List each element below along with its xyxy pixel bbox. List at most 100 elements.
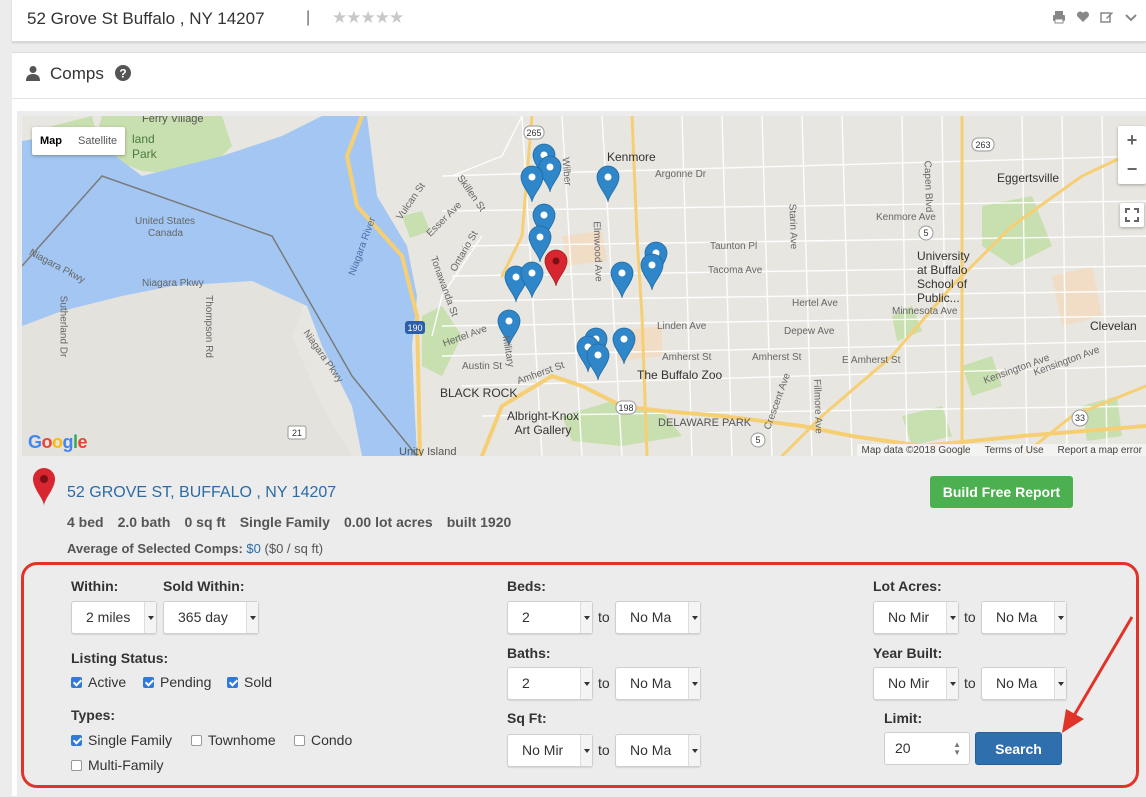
build-free-report-button[interactable]: Build Free Report xyxy=(930,476,1073,508)
beds-to-label: to xyxy=(598,609,610,625)
fact-built: built 1920 xyxy=(446,514,512,530)
checkbox-checked xyxy=(143,676,154,688)
header-actions xyxy=(1052,10,1138,24)
within-label: Within: xyxy=(71,578,119,594)
type-condo-checkbox[interactable]: Condo xyxy=(294,732,352,748)
average-label: Average of Selected Comps: xyxy=(67,541,243,556)
label-hertel-ave: Hertel Ave xyxy=(792,298,838,309)
question-circle-icon[interactable]: ? xyxy=(115,65,131,86)
label-linden-ave: Linden Ave xyxy=(657,321,707,332)
map-type-satellite-button[interactable]: Satellite xyxy=(70,127,125,155)
map-type-control: Map Satellite xyxy=(32,127,126,155)
route-265-label: 265 xyxy=(526,128,541,138)
comps-filters: Within: 2 miles Sold Within: 365 day Lis… xyxy=(21,562,1139,788)
label-buffalo-zoo: The Buffalo Zoo xyxy=(637,368,723,382)
type-single-family-checkbox[interactable]: Single Family xyxy=(71,732,172,748)
stepper-icon: ▲ ▼ xyxy=(953,740,961,757)
checkbox-unchecked xyxy=(191,734,202,746)
google-logo: Google xyxy=(28,432,88,452)
within-select[interactable]: 2 miles xyxy=(71,601,157,634)
chevron-down-icon xyxy=(580,668,592,699)
route-5-label: 5 xyxy=(923,228,928,238)
year-built-label: Year Built: xyxy=(873,645,943,661)
label-taunton-pl: Taunton Pl xyxy=(710,241,758,252)
beds-min-select[interactable]: 2 xyxy=(507,601,593,634)
chevron-down-icon xyxy=(246,602,258,633)
label-starin-ave: Starin Ave xyxy=(786,203,799,250)
label-thompson-rd: Thompson Rd xyxy=(202,295,214,358)
route-263-label: 263 xyxy=(975,140,990,150)
heart-icon[interactable] xyxy=(1076,10,1090,24)
type-multi-family-checkbox[interactable]: Multi-Family xyxy=(71,757,163,773)
terms-of-use-link[interactable]: Terms of Use xyxy=(985,444,1044,456)
baths-min-select[interactable]: 2 xyxy=(507,667,593,700)
fact-type: Single Family xyxy=(239,514,330,530)
label-land: land xyxy=(132,132,155,146)
label-elmwood-ave: Elmwood Ave xyxy=(590,221,604,282)
types-label: Types: xyxy=(71,707,116,723)
baths-to-label: to xyxy=(598,675,610,691)
edit-icon[interactable] xyxy=(1100,10,1114,24)
route-33-label: 33 xyxy=(1075,413,1085,423)
comps-map[interactable]: 190 265 198 5 5 263 33 21 Ferry Village … xyxy=(22,116,1146,456)
chevron-down-icon xyxy=(580,602,592,633)
label-wilber: Wilber xyxy=(559,156,573,187)
route-5b-label: 5 xyxy=(755,435,760,445)
sold-within-select[interactable]: 365 day xyxy=(163,601,259,634)
chevron-down-icon xyxy=(688,668,700,699)
report-map-error-link[interactable]: Report a map error xyxy=(1058,444,1142,456)
label-unity-island: Unity Island xyxy=(399,446,457,456)
limit-input[interactable]: 20 ▲ ▼ xyxy=(884,732,970,765)
label-fillmore-ave: Fillmore Ave xyxy=(810,378,824,435)
zoom-control: + − xyxy=(1118,126,1146,184)
lot-acres-label: Lot Acres: xyxy=(873,578,942,594)
route-198-label: 198 xyxy=(618,403,633,413)
label-kenmore-ave: Kenmore Ave xyxy=(876,212,936,223)
baths-label: Baths: xyxy=(507,645,551,661)
fullscreen-button[interactable] xyxy=(1120,203,1144,227)
fact-beds: 4 bed xyxy=(67,514,104,530)
status-pending-checkbox[interactable]: Pending xyxy=(143,674,211,690)
label-depew-ave: Depew Ave xyxy=(784,326,835,337)
rating-stars[interactable]: ★★★★★ xyxy=(332,8,404,28)
print-icon[interactable] xyxy=(1052,10,1066,24)
average-comps: Average of Selected Comps: $0 ($0 / sq f… xyxy=(67,541,323,556)
sqft-to-label: to xyxy=(598,742,610,758)
checkbox-unchecked xyxy=(71,759,82,771)
property-header: 52 Grove St Buffalo , NY 14207 | ★★★★★ xyxy=(12,0,1146,42)
comps-panel: Comps ? 190 265 198 5 5 263 33 21 Ferry … xyxy=(12,52,1146,797)
property-address-title: 52 Grove St Buffalo , NY 14207 xyxy=(27,9,265,28)
sold-within-label: Sold Within: xyxy=(163,578,245,594)
status-active-checkbox[interactable]: Active xyxy=(71,674,126,690)
status-sold-checkbox[interactable]: Sold xyxy=(227,674,272,690)
beds-label: Beds: xyxy=(507,578,546,594)
map-type-map-button[interactable]: Map xyxy=(32,127,70,155)
zoom-in-button[interactable]: + xyxy=(1118,126,1146,155)
map-marker-icon xyxy=(32,467,56,512)
baths-max-select[interactable]: No Ma xyxy=(615,667,701,700)
chevron-down-icon[interactable] xyxy=(1124,10,1138,24)
label-ferry-village: Ferry Village xyxy=(142,116,204,125)
comps-panel-header: Comps ? xyxy=(12,53,1146,99)
listing-status-label: Listing Status: xyxy=(71,650,169,666)
label-delaware-park: DELAWARE PARK xyxy=(658,417,752,429)
sqft-max-select[interactable]: No Ma xyxy=(615,734,701,767)
beds-max-select[interactable]: No Ma xyxy=(615,601,701,634)
checkbox-unchecked xyxy=(294,734,305,746)
year-min-select[interactable]: No Mir xyxy=(873,667,959,700)
subject-property-link[interactable]: 52 GROVE ST, BUFFALO , NY 14207 xyxy=(67,484,336,502)
year-to-label: to xyxy=(964,675,976,691)
zoom-out-button[interactable]: − xyxy=(1118,155,1146,184)
map-footer: Map data ©2018 Google Terms of Use Repor… xyxy=(857,444,1146,456)
route-21-label: 21 xyxy=(292,428,302,438)
label-albright-knox: Albright-Knox Art Gallery xyxy=(507,409,580,437)
label-minnesota-ave: Minnesota Ave xyxy=(892,306,958,317)
sqft-min-select[interactable]: No Mir xyxy=(507,734,593,767)
lot-min-select[interactable]: No Mir xyxy=(873,601,959,634)
type-townhome-checkbox[interactable]: Townhome xyxy=(191,732,276,748)
chevron-down-icon xyxy=(946,668,958,699)
average-per-sqft: ($0 / sq ft) xyxy=(264,541,324,556)
label-university-at-buffalo: University at Buffalo School of Public..… xyxy=(917,249,970,305)
fact-lot: 0.00 lot acres xyxy=(343,514,433,530)
sqft-label: Sq Ft: xyxy=(507,710,547,726)
